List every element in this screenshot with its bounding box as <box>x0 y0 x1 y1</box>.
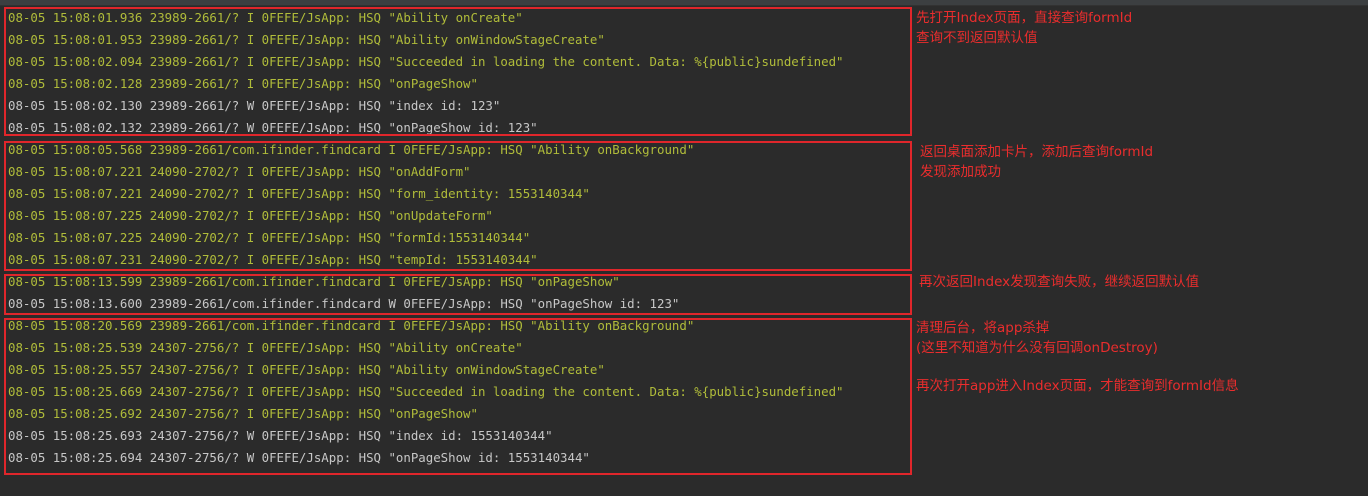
annotation-text: 返回桌面添加卡片，添加后查询formId <box>920 144 1154 160</box>
annotation-initial-launch: 先打开Index页面，直接查询formId 查询不到返回默认值 <box>916 8 1132 48</box>
annotation-text: 查询不到返回默认值 <box>916 30 1038 46</box>
highlight-box-add-card <box>4 141 912 271</box>
annotation-text: 清理后台，将app杀掉 <box>916 320 1050 336</box>
annotation-relaunch: 清理后台，将app杀掉 (这里不知道为什么没有回调onDestroy) 再次打开… <box>916 318 1239 396</box>
annotation-add-card: 返回桌面添加卡片，添加后查询formId 发现添加成功 <box>920 142 1153 182</box>
annotation-text: (这里不知道为什么没有回调onDestroy) <box>916 340 1158 356</box>
annotation-text: 再次返回Index发现查询失败，继续返回默认值 <box>919 274 1200 290</box>
annotation-return-index: 再次返回Index发现查询失败，继续返回默认值 <box>919 272 1199 292</box>
annotation-text: 发现添加成功 <box>920 164 1001 180</box>
highlight-box-return-index <box>4 274 912 315</box>
highlight-box-initial-launch <box>4 7 912 136</box>
annotation-text: 再次打开app进入Index页面，才能查询到formId信息 <box>916 378 1239 394</box>
top-toolbar-strip <box>0 0 1368 6</box>
highlight-box-relaunch <box>4 318 912 475</box>
annotation-text: 先打开Index页面，直接查询formId <box>916 10 1133 26</box>
